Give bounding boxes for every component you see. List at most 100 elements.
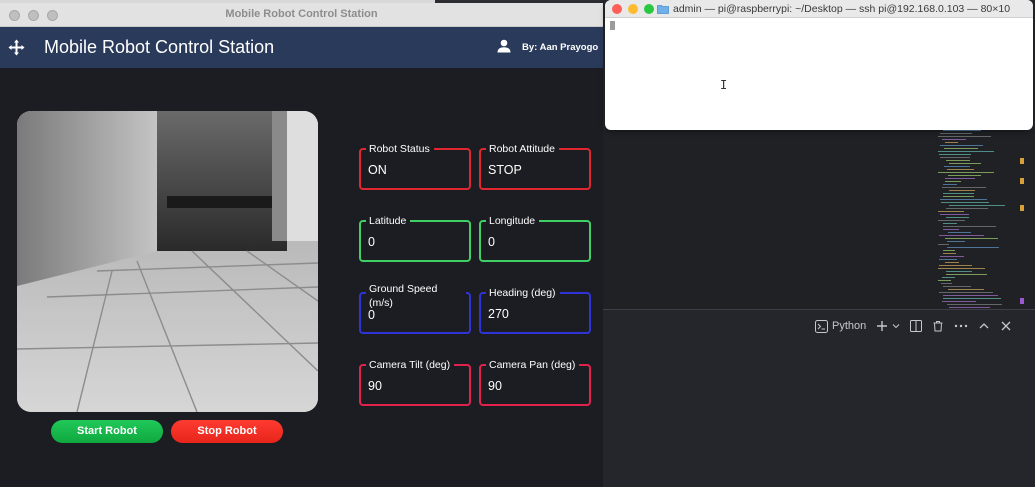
window-title: Mobile Robot Control Station — [225, 8, 378, 20]
minimap-line — [938, 268, 985, 269]
editor-minimap — [938, 130, 1018, 310]
minimap-line — [938, 220, 965, 221]
minimap-line — [943, 196, 974, 197]
minimap-line — [943, 298, 1001, 299]
minimap-line — [938, 136, 991, 137]
stop-robot-button[interactable]: Stop Robot — [171, 420, 283, 443]
split-terminal-icon[interactable] — [910, 320, 923, 332]
trash-icon[interactable] — [932, 320, 944, 332]
minimap-line — [944, 166, 970, 167]
minimap-line — [943, 223, 957, 224]
minimap-line — [938, 151, 994, 152]
minimap-line — [942, 139, 966, 140]
terminal-title: admin — pi@raspberrypi: ~/Desktop — ssh … — [673, 3, 1011, 15]
minimap-line — [949, 163, 981, 164]
close-icon[interactable] — [1000, 320, 1012, 332]
field-label: Ground Speed (m/s) — [366, 282, 466, 310]
minimap-line — [946, 271, 972, 272]
field-value: 0 — [368, 235, 375, 249]
minimap-line — [939, 292, 993, 293]
field-heading: Heading (deg) 270 — [479, 286, 591, 334]
field-value: 90 — [488, 379, 502, 393]
field-value: 90 — [368, 379, 382, 393]
minimap-line — [949, 307, 990, 308]
minimap-line — [949, 205, 1005, 206]
field-camera-pan: Camera Pan (deg) 90 — [479, 358, 591, 406]
minimap-line — [938, 244, 949, 245]
minimap-marker — [1020, 158, 1024, 164]
minimap-line — [940, 157, 970, 158]
terminal-cursor — [610, 21, 615, 30]
minimap-marker — [1020, 298, 1024, 304]
field-label: Camera Pan (deg) — [486, 358, 580, 372]
field-label: Robot Status — [366, 142, 434, 156]
camera-feed — [17, 111, 318, 412]
plus-icon — [877, 321, 888, 331]
minimap-line — [949, 190, 975, 191]
minimap-line — [943, 226, 996, 227]
minimap-line — [940, 133, 972, 134]
terminal-window-controls — [612, 4, 654, 14]
minimap-line — [943, 286, 971, 287]
field-label: Camera Tilt (deg) — [366, 358, 455, 372]
minimap-line — [943, 130, 981, 131]
terminal-minimize-button[interactable] — [628, 4, 638, 14]
field-value: 0 — [368, 308, 375, 322]
minimap-line — [946, 217, 969, 218]
minimap-line — [940, 214, 969, 215]
minimap-line — [947, 304, 1002, 305]
minimap-line — [943, 229, 959, 230]
minimap-line — [945, 181, 961, 182]
text-cursor-icon: I — [720, 78, 728, 92]
minimap-marker — [1020, 205, 1024, 211]
chevron-up-icon[interactable] — [978, 320, 990, 332]
field-label: Heading (deg) — [486, 286, 560, 300]
window-titlebar[interactable]: Mobile Robot Control Station — [0, 3, 603, 27]
ssh-terminal-window[interactable]: admin — pi@raspberrypi: ~/Desktop — ssh … — [605, 0, 1033, 130]
minimap-line — [940, 199, 987, 200]
new-terminal-button[interactable] — [876, 320, 900, 332]
terminal-icon — [815, 319, 828, 333]
terminal-zoom-button[interactable] — [644, 4, 654, 14]
field-robot-attitude: Robot Attitude STOP — [479, 142, 591, 190]
minimap-line — [946, 208, 988, 209]
editor-terminal-panel — [603, 310, 1035, 487]
minimap-line — [942, 277, 955, 278]
minimap-line — [947, 169, 974, 170]
minimap-line — [945, 178, 975, 179]
user-icon — [497, 39, 511, 53]
terminal-close-button[interactable] — [612, 4, 622, 14]
minimap-line — [948, 175, 981, 176]
start-robot-button[interactable]: Start Robot — [51, 420, 163, 443]
terminal-titlebar[interactable]: admin — pi@raspberrypi: ~/Desktop — ssh … — [605, 0, 1033, 18]
terminal-profile-label: Python — [832, 320, 867, 332]
minimap-marker — [1020, 178, 1024, 184]
minimap-line — [940, 145, 983, 146]
field-label: Robot Attitude — [486, 142, 559, 156]
minimap-line — [948, 232, 971, 233]
author-label: By: Aan Prayogo — [522, 42, 599, 53]
minimap-line — [945, 262, 959, 263]
minimap-line — [945, 142, 958, 143]
minimap-line — [944, 148, 978, 149]
minimap-line — [942, 187, 986, 188]
field-camera-tilt: Camera Tilt (deg) 90 — [359, 358, 471, 406]
field-value: ON — [368, 163, 387, 177]
minimap-line — [941, 202, 989, 203]
minimap-line — [947, 241, 965, 242]
minimap-line — [946, 160, 970, 161]
minimap-line — [942, 301, 976, 302]
minimap-line — [939, 235, 984, 236]
minimap-line — [939, 265, 972, 266]
minimap-line — [941, 283, 952, 284]
app-title: Mobile Robot Control Station — [44, 37, 275, 57]
minimap-line — [943, 184, 957, 185]
minimap-line — [939, 154, 971, 155]
field-label: Latitude — [366, 214, 411, 228]
minimap-line — [943, 193, 974, 194]
more-actions-icon[interactable] — [954, 320, 968, 332]
terminal-panel-toolbar: Python — [815, 316, 1012, 336]
terminal-profile-selector[interactable]: Python — [815, 319, 867, 333]
move-arrows-icon[interactable] — [8, 39, 25, 56]
minimap-line — [947, 247, 999, 248]
